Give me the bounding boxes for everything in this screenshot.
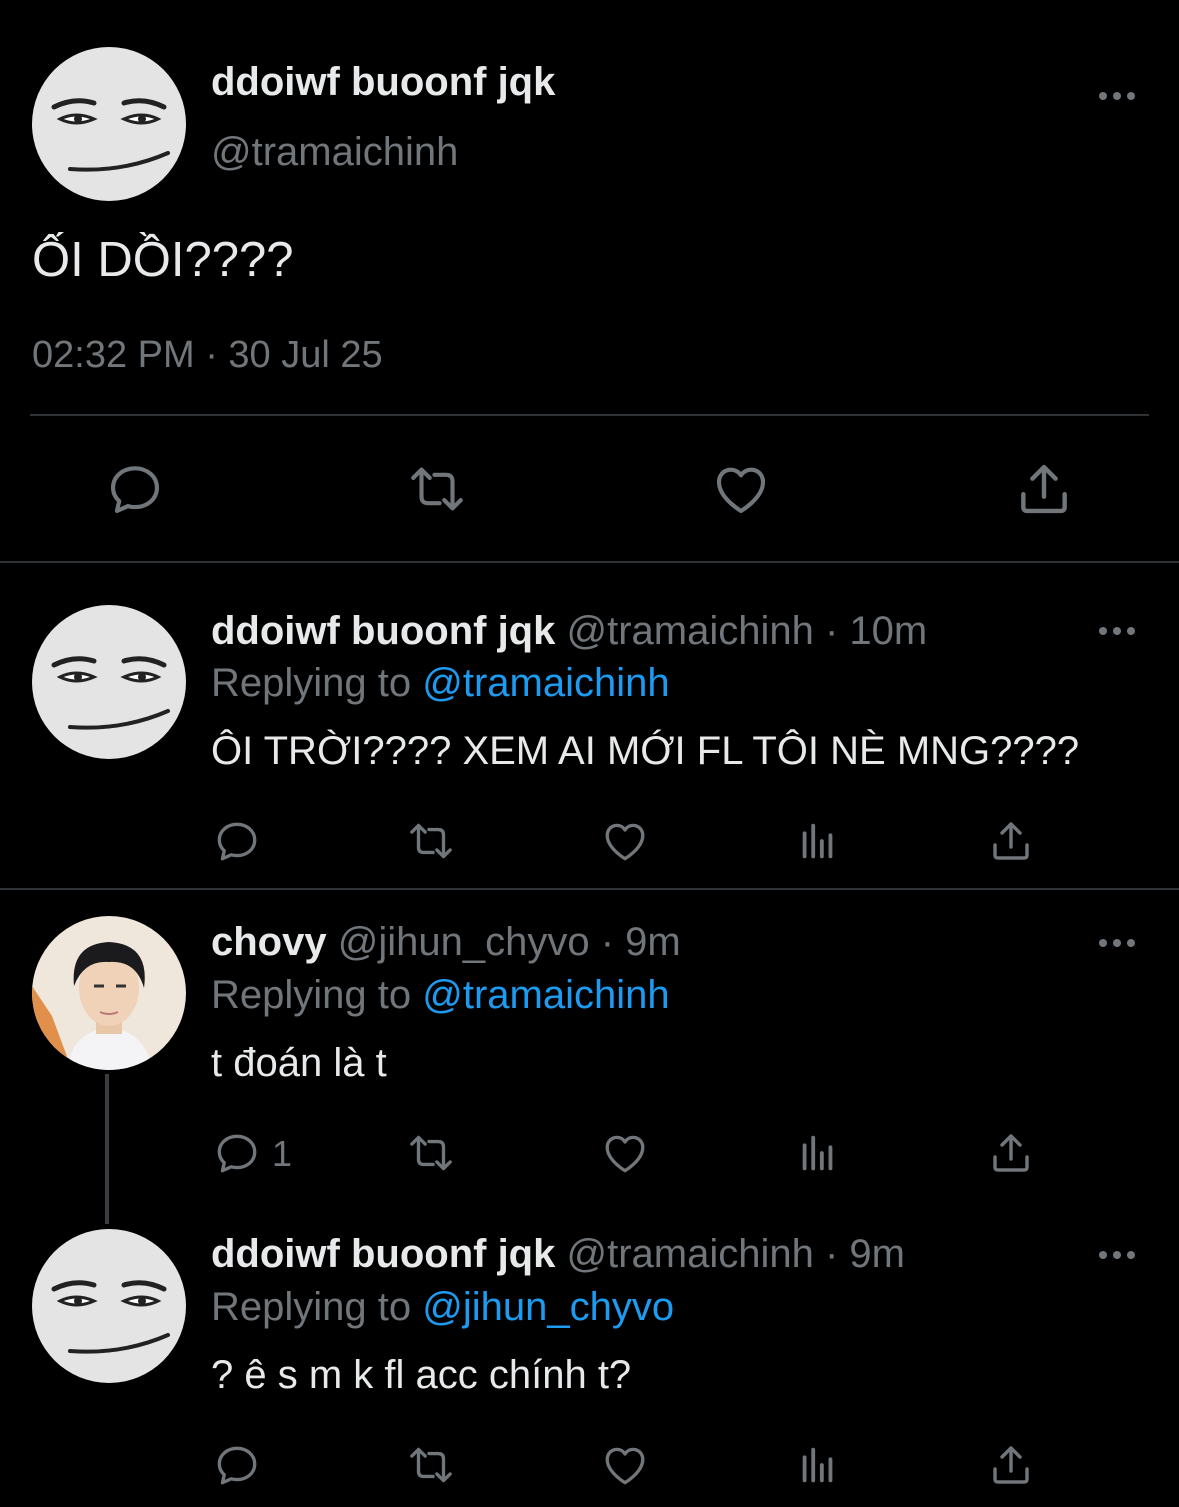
replying-to: Replying to @jihun_chyvo [211,1285,674,1330]
tweet-header: ddoiwf buoonf jqk @tramaichinh · 10m [211,609,927,654]
like-icon[interactable] [599,1128,651,1178]
divider [0,888,1179,890]
avatar[interactable] [32,1229,186,1383]
like-icon[interactable] [599,1440,651,1490]
retweet-icon[interactable] [403,1128,459,1178]
avatar[interactable] [32,47,186,201]
share-icon[interactable] [987,1128,1035,1178]
share-icon[interactable] [1013,458,1075,520]
display-name[interactable]: ddoiwf buoonf jqk [211,60,555,105]
tweet-header: chovy @jihun_chyvo · 9m [211,920,681,965]
avatar[interactable] [32,605,186,759]
tweet-text: t đoán là t [211,1041,387,1085]
views-icon[interactable] [795,1440,841,1490]
thread-line [105,1074,109,1224]
more-options-icon[interactable] [1097,90,1137,102]
retweet-icon[interactable] [403,1440,459,1490]
reply-icon[interactable] [212,1440,262,1490]
mention-link[interactable]: @tramaichinh [422,661,669,705]
handle[interactable]: @jihun_chyvo [338,920,590,964]
share-icon[interactable] [987,816,1035,866]
handle[interactable]: @tramaichinh [566,609,813,653]
reply-count: 1 [272,1133,293,1174]
reply-icon[interactable] [212,816,262,866]
handle[interactable]: @tramaichinh [566,1232,813,1276]
reply-icon[interactable] [212,1128,262,1178]
divider [0,561,1179,563]
replying-label: Replying to [211,1285,412,1329]
views-icon[interactable] [795,1128,841,1178]
timestamp[interactable]: 02:32 PM · 30 Jul 25 [32,334,383,377]
replying-label: Replying to [211,661,412,705]
tweet-text: ÔI TRỜI???? XEM AI MỚI FL TÔI NÈ MNG???? [211,729,1080,773]
reply-icon[interactable] [104,458,166,520]
replying-to: Replying to @tramaichinh [211,973,670,1018]
retweet-icon[interactable] [403,816,459,866]
replying-label: Replying to [211,973,412,1017]
tweet-text: ỐI DỒI???? [32,233,294,287]
display-name[interactable]: chovy [211,920,327,964]
display-name[interactable]: ddoiwf buoonf jqk [211,609,555,653]
handle[interactable]: @tramaichinh [211,130,458,175]
more-options-icon[interactable] [1097,625,1137,637]
views-icon[interactable] [795,816,841,866]
tweet-time[interactable]: · 9m [825,1232,905,1276]
like-icon[interactable] [709,458,773,520]
like-icon[interactable] [599,816,651,866]
tweet-text: ? ê s m k fl acc chính t? [211,1353,632,1397]
mention-link[interactable]: @tramaichinh [422,973,669,1017]
more-options-icon[interactable] [1097,937,1137,949]
tweet-time[interactable]: · 10m [825,609,927,653]
avatar[interactable] [32,916,186,1070]
replying-to: Replying to @tramaichinh [211,661,670,706]
display-name[interactable]: ddoiwf buoonf jqk [211,1232,555,1276]
tweet-header: ddoiwf buoonf jqk @tramaichinh · 9m [211,1232,905,1277]
tweet-time[interactable]: · 9m [601,920,681,964]
share-icon[interactable] [987,1440,1035,1490]
more-options-icon[interactable] [1097,1249,1137,1261]
mention-link[interactable]: @jihun_chyvo [422,1285,674,1329]
retweet-icon[interactable] [404,458,470,520]
divider [30,414,1149,416]
